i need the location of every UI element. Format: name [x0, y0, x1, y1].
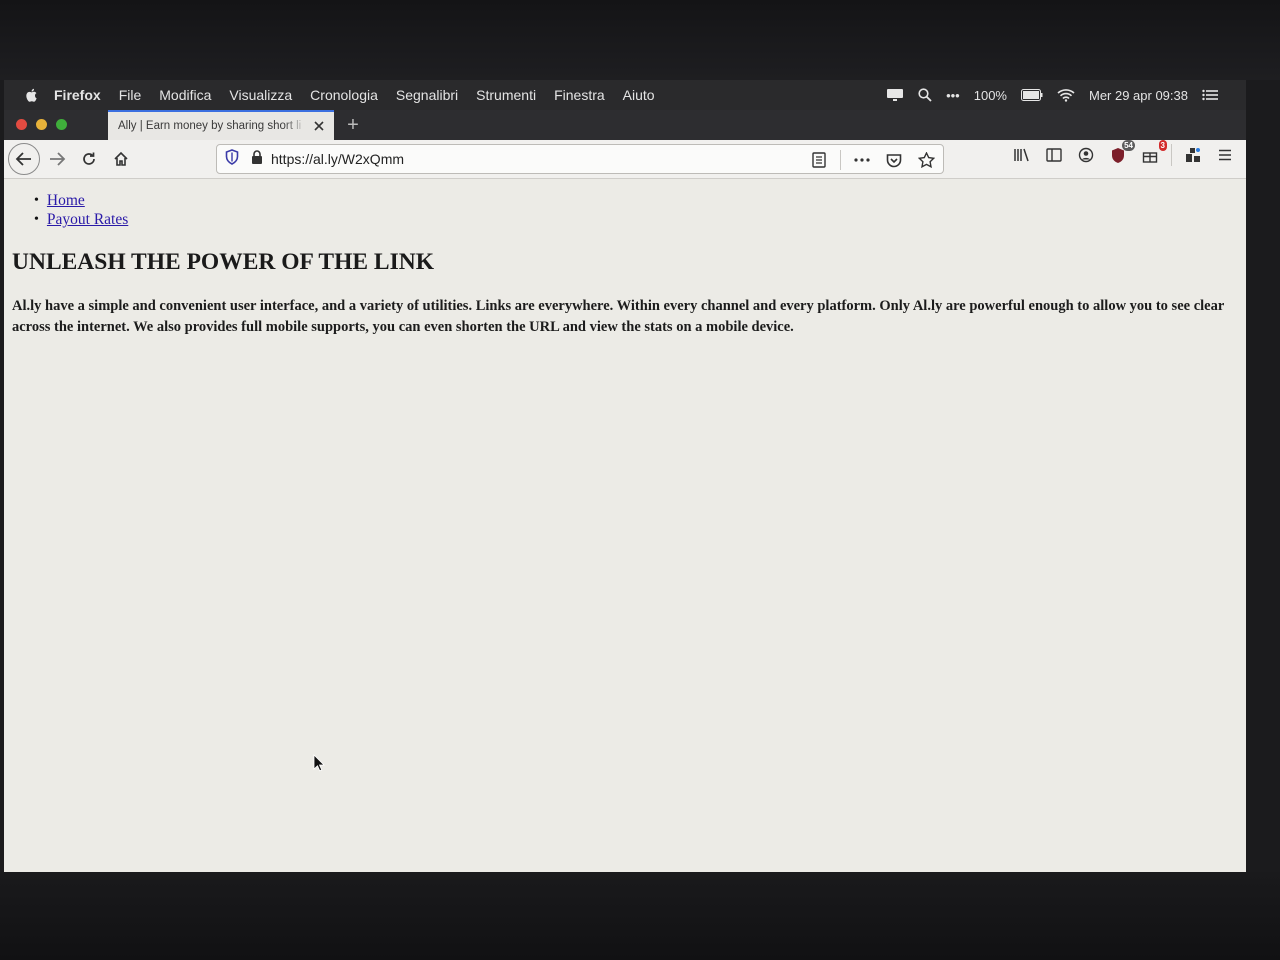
- payout-rates-link[interactable]: Payout Rates: [47, 210, 128, 229]
- page-headline: UNLEASH THE POWER OF THE LINK: [12, 249, 435, 275]
- laptop-screen: Firefox File Modifica Visualizza Cronolo…: [4, 80, 1246, 872]
- menu-modifica[interactable]: Modifica: [159, 87, 211, 103]
- arrow-left-icon: [15, 152, 31, 166]
- menu-visualizza[interactable]: Visualizza: [229, 87, 292, 103]
- battery-percent: 100%: [973, 87, 1007, 103]
- library-icon[interactable]: [1011, 144, 1033, 166]
- home-button[interactable]: [106, 144, 136, 174]
- tab-close-icon[interactable]: [312, 119, 326, 133]
- tab-active[interactable]: Ally | Earn money by sharing short li: [108, 110, 334, 140]
- home-link[interactable]: Home: [47, 191, 85, 210]
- search-icon[interactable]: [918, 88, 932, 102]
- toolbar-divider: [1171, 144, 1172, 166]
- toolbar-right-actions: 54 3: [1011, 140, 1236, 166]
- extension-badge-count: 54: [1122, 140, 1135, 151]
- nav-toolbar: https://al.ly/W2xQmm 54 3: [4, 140, 1246, 179]
- page-actions-icon[interactable]: [851, 149, 873, 171]
- wifi-icon[interactable]: [1057, 88, 1075, 102]
- lock-icon[interactable]: [251, 149, 263, 169]
- reader-view-icon[interactable]: [808, 149, 830, 171]
- url-text[interactable]: https://al.ly/W2xQmm: [271, 151, 404, 167]
- list-item: Home: [34, 191, 128, 210]
- extension-gift-icon[interactable]: 3: [1139, 140, 1167, 166]
- tab-title: Ally | Earn money by sharing short li: [118, 120, 302, 132]
- photo-bezel-top: [0, 0, 1280, 80]
- url-bar[interactable]: https://al.ly/W2xQmm: [216, 144, 944, 174]
- menu-strumenti[interactable]: Strumenti: [476, 87, 536, 103]
- macos-menubar: Firefox File Modifica Visualizza Cronolo…: [4, 80, 1246, 110]
- menu-aiuto[interactable]: Aiuto: [623, 87, 655, 103]
- menu-file[interactable]: File: [119, 87, 142, 103]
- menu-finestra[interactable]: Finestra: [554, 87, 605, 103]
- apple-logo-icon[interactable]: [24, 87, 40, 103]
- page-body-text: Al.ly have a simple and convenient user …: [12, 298, 1225, 335]
- photo-bezel-bottom: [0, 872, 1280, 960]
- window-close-button[interactable]: [16, 119, 27, 130]
- menu-cronologia[interactable]: Cronologia: [310, 87, 378, 103]
- url-bar-actions: [808, 149, 937, 171]
- menu-segnalibri[interactable]: Segnalibri: [396, 87, 458, 103]
- forward-button[interactable]: [42, 144, 72, 174]
- menubar-status-area: ••• 100% Mer 29 apr 09:38: [886, 80, 1218, 110]
- back-button[interactable]: [8, 143, 40, 175]
- reload-icon: [83, 152, 95, 165]
- reload-button[interactable]: [74, 144, 104, 174]
- hamburger-menu-icon[interactable]: [1214, 144, 1236, 166]
- bookmark-star-icon[interactable]: [915, 149, 937, 171]
- web-page: Home Payout Rates UNLEASH THE POWER OF T…: [4, 179, 1246, 872]
- more-menubar-icon[interactable]: •••: [946, 88, 960, 103]
- notification-center-icon[interactable]: [1202, 89, 1218, 101]
- display-icon[interactable]: [886, 88, 904, 102]
- new-tab-button[interactable]: +: [342, 114, 364, 136]
- home-icon: [114, 151, 128, 166]
- window-zoom-button[interactable]: [56, 119, 67, 130]
- tracking-shield-icon[interactable]: [225, 148, 239, 170]
- menu-firefox[interactable]: Firefox: [54, 87, 101, 103]
- window-minimize-button[interactable]: [36, 119, 47, 130]
- window-controls: [16, 119, 67, 130]
- tab-strip: Ally | Earn money by sharing short li +: [4, 110, 1246, 140]
- battery-icon[interactable]: [1020, 89, 1043, 101]
- extension-shield-icon[interactable]: 54: [1107, 140, 1135, 166]
- pocket-icon[interactable]: [883, 149, 905, 171]
- page-nav-list: Home Payout Rates: [34, 191, 128, 229]
- list-item: Payout Rates: [34, 210, 128, 229]
- url-bar-divider: [840, 150, 841, 170]
- clock-datetime[interactable]: Mer 29 apr 09:38: [1089, 88, 1188, 103]
- arrow-right-icon: [50, 152, 66, 166]
- mouse-cursor-icon: [313, 754, 325, 777]
- extension-puzzle-icon[interactable]: [1182, 144, 1204, 166]
- extension-badge-count: 3: [1158, 140, 1167, 151]
- account-icon[interactable]: [1075, 144, 1097, 166]
- sidebar-icon[interactable]: [1043, 144, 1065, 166]
